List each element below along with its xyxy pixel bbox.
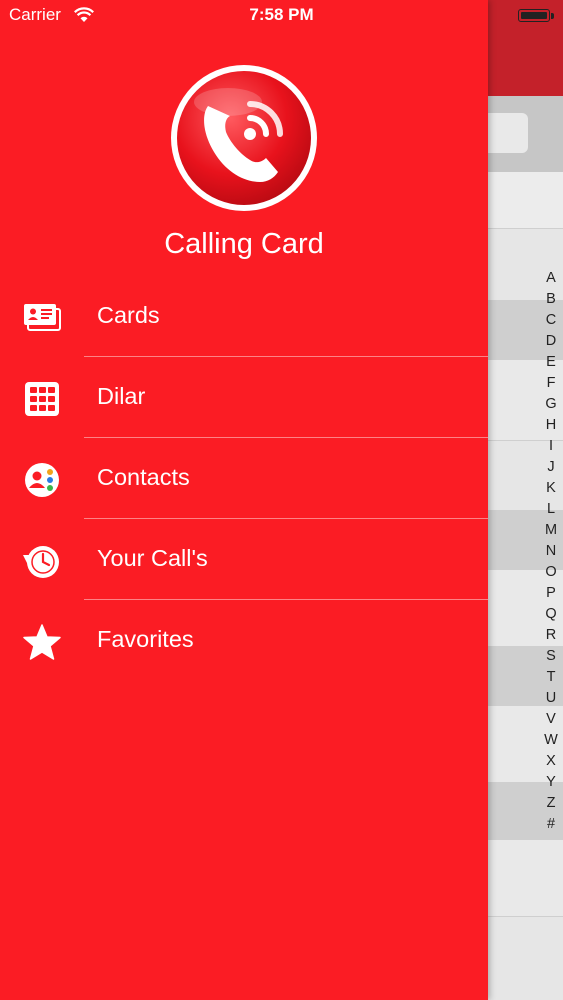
alphabet-index-letter[interactable]: B [540,289,562,310]
menu-item-cards[interactable]: Cards [0,276,488,357]
app-title: Calling Card [164,228,324,260]
list-row[interactable] [488,172,563,229]
calling-card-logo-icon [171,65,317,211]
id-card-icon [24,304,61,331]
alphabet-index-letter[interactable]: A [540,268,562,289]
menu-item-label: Contacts [97,464,190,490]
battery-icon [518,9,550,22]
alphabet-index-letter[interactable]: O [540,562,562,583]
alphabet-index-letter[interactable]: H [540,415,562,436]
status-bar: Carrier 7:58 PM [0,0,563,32]
alphabet-index-letter[interactable]: Z [540,793,562,814]
alphabet-index-letter[interactable]: R [540,625,562,646]
list-row[interactable] [488,840,563,917]
menu-item-label: Favorites [97,626,194,652]
alphabet-index-letter[interactable]: L [540,499,562,520]
menu-item-call-history[interactable]: Your Call's [0,519,488,600]
alphabet-index-letter[interactable]: J [540,457,562,478]
alphabet-index-letter[interactable]: D [540,331,562,352]
alphabet-index-letter[interactable]: Y [540,772,562,793]
alphabet-index-letter[interactable]: X [540,751,562,772]
menu-item-contacts[interactable]: Contacts [0,438,488,519]
contacts-icon [25,463,59,497]
alphabet-index-letter[interactable]: C [540,310,562,331]
menu-item-dialer[interactable]: Dilar [0,357,488,438]
menu-item-favorites[interactable]: Favorites [0,600,488,681]
menu-item-label: Dilar [97,383,146,409]
alphabet-index[interactable]: A B C D E F G H I J K L M N O P Q R S T U V W X Y Z # [540,268,562,835]
menu-item-label: Your Call's [97,545,208,571]
alphabet-index-letter[interactable]: T [540,667,562,688]
alphabet-index-letter[interactable]: K [540,478,562,499]
alphabet-index-letter[interactable]: P [540,583,562,604]
alphabet-index-letter[interactable]: # [540,814,562,835]
alphabet-index-letter[interactable]: I [540,436,562,457]
alphabet-index-letter[interactable]: E [540,352,562,373]
battery-tip [551,13,554,19]
drawer-menu: Cards Dilar Contacts Your Call's Favorit… [0,276,488,681]
alphabet-index-letter[interactable]: G [540,394,562,415]
alphabet-index-letter[interactable]: Q [540,604,562,625]
status-time: 7:58 PM [249,5,314,24]
dialpad-icon [25,382,59,416]
alphabet-index-letter[interactable]: U [540,688,562,709]
alphabet-index-letter[interactable]: W [540,730,562,751]
alphabet-index-letter[interactable]: V [540,709,562,730]
menu-item-label: Cards [97,302,160,328]
alphabet-index-letter[interactable]: N [540,541,562,562]
side-drawer: Calling Card Cards Dilar Contacts Your C… [0,0,488,1000]
alphabet-index-letter[interactable]: M [540,520,562,541]
alphabet-index-letter[interactable]: F [540,373,562,394]
call-history-icon [23,546,59,578]
alphabet-index-letter[interactable]: S [540,646,562,667]
star-icon [23,624,61,660]
